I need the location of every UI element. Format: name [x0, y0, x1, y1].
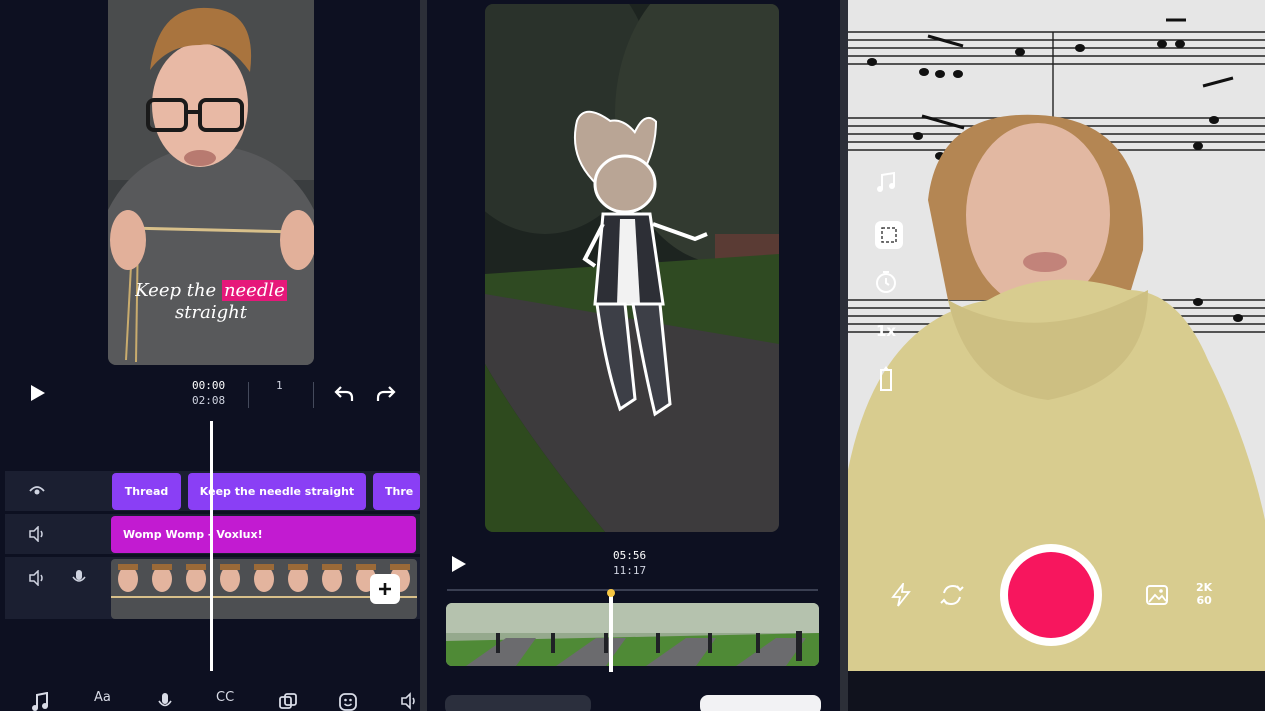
video-thumbnail-strip[interactable] — [446, 603, 819, 666]
current-time: 00:00 — [192, 379, 226, 392]
music-note-icon[interactable] — [874, 170, 898, 194]
speed-icon[interactable]: 1x — [874, 318, 898, 342]
undo-icon[interactable] — [333, 383, 355, 407]
add-clip-button[interactable] — [370, 574, 400, 604]
beauty-icon[interactable] — [874, 366, 898, 391]
primary-action-button[interactable] — [700, 695, 821, 711]
text-clip[interactable]: Thre — [373, 473, 420, 510]
caption-text-before: Keep the — [135, 280, 217, 301]
flash-icon[interactable] — [890, 580, 912, 611]
camera-bottom-bar — [848, 671, 1265, 711]
caption-text-after: straight — [175, 302, 247, 323]
play-icon[interactable] — [449, 555, 467, 577]
playhead[interactable] — [609, 592, 613, 672]
video-preview — [485, 4, 779, 532]
resolution-label: 2K — [1196, 581, 1213, 594]
total-time: 02:08 — [192, 394, 226, 407]
video-caption: Keep the needle straight — [108, 280, 314, 324]
layout-icon[interactable] — [874, 220, 903, 249]
speaker-icon[interactable] — [28, 525, 48, 546]
redo-icon[interactable] — [375, 383, 397, 407]
video-frame-bunny-dancer — [485, 4, 779, 532]
current-time: 05:56 — [613, 549, 647, 562]
camera-panel-right: 1x 2K 60 — [848, 0, 1265, 711]
timer-icon[interactable] — [874, 270, 898, 294]
text-clip[interactable]: Keep the needle straight — [188, 473, 366, 510]
audio-clip[interactable]: Womp Womp - Voxlux! — [111, 516, 416, 553]
secondary-action-button[interactable] — [445, 695, 591, 711]
captions-tool[interactable]: CC — [216, 690, 234, 705]
video-preview: Keep the needle straight — [108, 0, 314, 365]
microphone-icon[interactable] — [70, 569, 90, 591]
playhead[interactable] — [210, 421, 213, 671]
overlay-icon[interactable] — [278, 692, 298, 711]
fps-label: 60 — [1196, 594, 1212, 607]
flip-camera-icon[interactable] — [940, 583, 964, 611]
editor-panel-middle: 05:56 11:17 — [427, 0, 840, 711]
divider — [248, 382, 249, 408]
divider — [313, 382, 314, 408]
sticker-icon[interactable] — [338, 692, 358, 711]
resolution-indicator[interactable]: 2K 60 — [1196, 581, 1212, 607]
record-button-inner — [1008, 552, 1094, 638]
panel-divider — [420, 0, 427, 711]
record-button[interactable] — [1000, 544, 1102, 646]
text-tool[interactable]: Aa — [94, 690, 111, 705]
visibility-icon[interactable] — [28, 483, 46, 503]
speaker-icon[interactable] — [28, 569, 48, 590]
svg-text:1x: 1x — [876, 322, 896, 340]
music-note-icon[interactable] — [30, 691, 50, 711]
panel-divider — [840, 0, 848, 711]
progress-bar[interactable] — [447, 589, 818, 591]
editor-panel-left: Keep the needle straight 00:00 02:08 1 T… — [0, 0, 420, 711]
playhead-knob[interactable] — [607, 589, 615, 597]
total-time: 11:17 — [613, 564, 647, 577]
gallery-icon[interactable] — [1145, 583, 1169, 611]
caption-highlight: needle — [221, 280, 287, 301]
plus-icon — [379, 583, 391, 595]
microphone-icon[interactable] — [156, 692, 174, 711]
volume-icon[interactable] — [400, 692, 420, 711]
text-clip[interactable]: Thread — [112, 473, 181, 510]
play-icon[interactable] — [28, 384, 46, 406]
frame-counter: 1 — [276, 379, 283, 392]
